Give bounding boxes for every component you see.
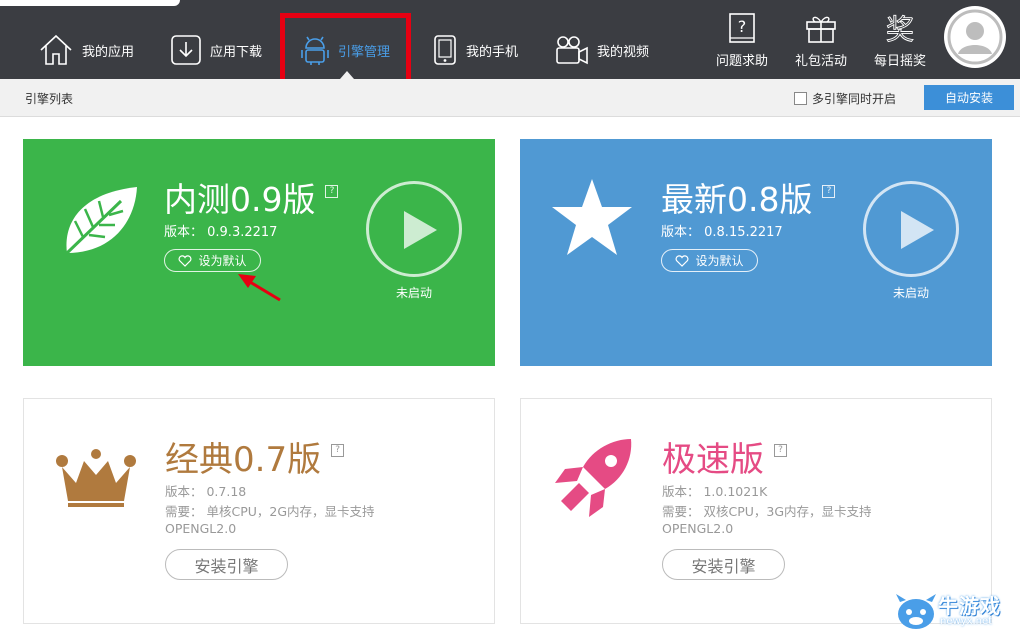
engine-status: 未启动 — [892, 286, 929, 300]
help-button[interactable]: ? 问题求助 — [702, 12, 782, 69]
active-tab-caret — [340, 71, 354, 79]
engine-requirement-opengl: OPENGL2.0 — [662, 521, 734, 536]
lottery-button[interactable]: 奖 每日摇奖 — [860, 12, 940, 69]
engine-card-latest: 最新0.8版? 版本： 0.8.15.2217 设为默认 未启动 — [520, 139, 992, 366]
gift-label: 礼包活动 — [794, 54, 847, 69]
install-engine-button[interactable]: 安装引擎 — [662, 549, 785, 580]
heart-icon — [676, 254, 689, 267]
checkbox-box[interactable] — [794, 92, 807, 105]
watermark-text: 牛游戏 — [938, 594, 1001, 618]
multi-engine-label: 多引擎同时开启 — [812, 92, 897, 106]
engine-card-beta: 内测0.9版? 版本： 0.9.3.2217 设为默认 未启动 — [23, 139, 495, 366]
help-mark-icon[interactable]: ? — [774, 444, 787, 457]
rocket-icon — [555, 439, 632, 517]
home-icon — [40, 34, 72, 65]
engine-version: 版本： 0.7.18 — [165, 484, 247, 499]
set-default-label: 设为默认 — [695, 254, 744, 268]
engine-version: 版本： 0.8.15.2217 — [661, 225, 783, 240]
svg-text:奖: 奖 — [886, 13, 914, 44]
lottery-label: 每日摇奖 — [873, 54, 926, 69]
crown-icon — [56, 449, 136, 507]
red-arrow-annotation — [238, 274, 281, 302]
auto-install-button[interactable]: 自动安装 — [924, 85, 1014, 110]
install-engine-button[interactable]: 安装引擎 — [165, 549, 288, 580]
set-default-label: 设为默认 — [198, 254, 247, 268]
phone-icon — [434, 35, 456, 65]
leaf-icon — [65, 187, 137, 255]
engine-status: 未启动 — [395, 286, 432, 300]
help-label: 问题求助 — [715, 54, 768, 69]
watermark-url: newyx.net — [940, 616, 993, 627]
engine-title: 内测0.9版? — [164, 173, 339, 221]
svg-text:?: ? — [738, 17, 747, 36]
sub-toolbar: 引擎列表 多引擎同时开启 — [0, 79, 1020, 117]
nav-my-apps-label: 我的应用 — [82, 44, 135, 60]
nav-my-phone-label: 我的手机 — [466, 44, 519, 60]
nav-my-video-label: 我的视频 — [597, 44, 650, 60]
video-camera-icon — [556, 36, 588, 65]
engine-requirement: 需要： 双核CPU，3G内存，显卡支持 — [662, 504, 872, 519]
window-edge — [0, 0, 180, 6]
download-icon — [171, 35, 201, 65]
start-engine-button[interactable] — [366, 181, 462, 277]
nav-my-apps[interactable]: 我的应用 — [38, 28, 134, 72]
engine-title: 经典0.7版? — [165, 432, 345, 481]
help-mark-icon[interactable]: ? — [822, 185, 836, 198]
engine-card-classic: 经典0.7版? 版本： 0.7.18 需要： 单核CPU，2G内存，显卡支持 O… — [23, 398, 495, 624]
question-book-icon: ? — [729, 13, 755, 43]
gift-icon — [806, 16, 836, 43]
play-icon — [404, 211, 437, 249]
nav-app-download[interactable]: 应用下载 — [170, 28, 262, 72]
engine-requirement: 需要： 单核CPU，2G内存，显卡支持 — [165, 504, 375, 519]
nav-my-phone[interactable]: 我的手机 — [432, 28, 518, 72]
help-mark-icon[interactable]: ? — [325, 185, 339, 198]
engine-version: 版本： 1.0.1021K — [662, 484, 768, 499]
help-mark-icon[interactable]: ? — [331, 444, 345, 457]
nav-app-download-label: 应用下载 — [210, 44, 263, 60]
star-icon — [552, 179, 632, 255]
watermark-logo — [896, 594, 936, 629]
start-engine-button[interactable] — [863, 181, 959, 277]
engine-title: 极速版? — [662, 432, 787, 481]
multi-engine-checkbox[interactable]: 多引擎同时开启 — [794, 90, 896, 107]
user-icon — [947, 9, 1003, 65]
engine-title: 最新0.8版? — [661, 173, 836, 221]
nav-my-video[interactable]: 我的视频 — [555, 28, 649, 72]
play-icon — [901, 211, 934, 249]
set-default-button[interactable]: 设为默认 — [661, 249, 758, 272]
page-title: 引擎列表 — [25, 92, 74, 106]
heart-icon — [179, 254, 192, 267]
lottery-icon: 奖 — [886, 13, 915, 44]
engine-requirement-opengl: OPENGL2.0 — [165, 521, 237, 536]
engine-version: 版本： 0.9.3.2217 — [164, 225, 278, 240]
gift-button[interactable]: 礼包活动 — [781, 12, 861, 69]
avatar[interactable] — [944, 6, 1006, 68]
top-nav-bar: 我的应用 应用下载 引擎管理 我的手机 我的视频 ? 问题求助 礼包活动 奖 每… — [0, 0, 1020, 79]
